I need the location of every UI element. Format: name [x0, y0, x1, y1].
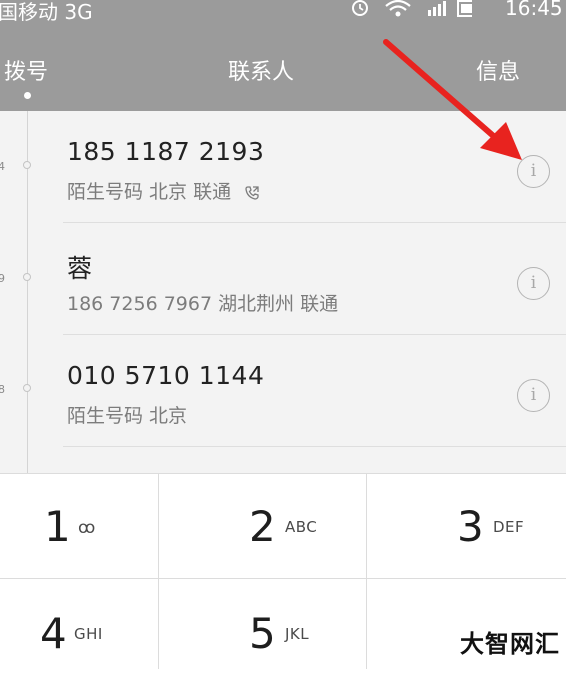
- tab-contacts[interactable]: 联系人: [228, 54, 294, 86]
- divider: [63, 446, 566, 447]
- key-letters: DEF: [493, 518, 525, 536]
- annotation-arrow-icon: [383, 39, 522, 160]
- active-tab-indicator: [24, 92, 31, 99]
- key-digit: 4: [40, 609, 67, 658]
- signal-icon: [428, 1, 446, 16]
- entry-details-text: 陌生号码 北京 联通: [67, 181, 232, 203]
- timeline-node: [23, 273, 31, 281]
- key-4[interactable]: 4 GHI: [0, 579, 158, 684]
- timeline-time: 4: [0, 160, 5, 173]
- key-3[interactable]: 3 DEF: [367, 474, 566, 579]
- phone-outgoing-icon: [245, 185, 259, 200]
- status-bar: 国移动 3G 16:45: [0, 0, 566, 24]
- key-digit: 2: [249, 502, 276, 551]
- entry-details: 186 7256 7967 湖北荆州 联通: [67, 293, 339, 315]
- timeline-node: [23, 161, 31, 169]
- timeline-time: 9: [0, 272, 5, 285]
- timeline-node: [23, 384, 31, 392]
- entry-number: 185 1187 2193: [67, 137, 265, 166]
- key-letters: ABC: [285, 518, 318, 536]
- tab-dialer[interactable]: 拨号: [4, 54, 48, 86]
- clock: 16:45: [505, 0, 563, 20]
- info-button[interactable]: i: [517, 379, 550, 412]
- entry-contact-name: 蓉: [67, 254, 93, 283]
- key-digit: 3: [457, 502, 484, 551]
- battery-icon: [457, 0, 472, 17]
- entry-details: 陌生号码 北京 联通: [67, 177, 259, 204]
- key-digit: 5: [249, 609, 276, 658]
- key-letters: JKL: [285, 625, 310, 643]
- key-letters: GHI: [74, 625, 103, 643]
- info-button[interactable]: i: [517, 267, 550, 300]
- timeline-time: 8: [0, 383, 5, 396]
- key-5[interactable]: 5 JKL: [159, 579, 367, 684]
- voicemail-icon: ꝏ: [78, 518, 96, 538]
- watermark-text: 大智网汇: [460, 630, 560, 658]
- entry-details: 陌生号码 北京: [67, 405, 188, 427]
- wifi-icon: [385, 0, 411, 17]
- entry-number: 010 5710 1144: [67, 361, 265, 390]
- status-icons: [352, 0, 472, 17]
- key-1[interactable]: 1 ꝏ: [0, 474, 158, 579]
- call-log-entry[interactable]: 010 5710 1144 陌生号码 北京 i: [63, 335, 566, 447]
- call-log-entry[interactable]: 蓉 186 7256 7967 湖北荆州 联通 i: [63, 223, 566, 335]
- watermark: 大智网汇: [366, 612, 566, 668]
- key-2[interactable]: 2 ABC: [159, 474, 367, 579]
- carrier-label: 国移动 3G: [0, 0, 93, 24]
- key-digit: 1: [44, 502, 71, 551]
- alarm-icon: [352, 0, 368, 16]
